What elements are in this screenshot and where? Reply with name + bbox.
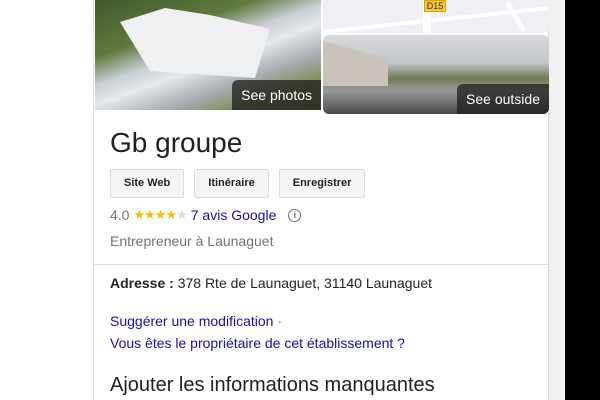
road-label: D15	[424, 0, 446, 12]
address-value: 378 Rte de Launaguet, 31140 Launaguet	[177, 275, 433, 291]
photos-thumbnail[interactable]: See photos	[95, 0, 321, 110]
save-button[interactable]: Enregistrer	[278, 169, 366, 198]
suggest-edit-link[interactable]: Suggérer une modification	[110, 313, 273, 329]
divider	[94, 264, 548, 265]
reviews-link[interactable]: 7 avis Google	[191, 207, 277, 223]
address-row: Adresse : 378 Rte de Launaguet, 31140 La…	[110, 275, 432, 291]
business-name: Gb groupe	[110, 127, 243, 158]
see-outside-button[interactable]: See outside	[457, 84, 549, 114]
star-rating-icon: ★★★★★	[133, 207, 187, 222]
house-image	[323, 41, 388, 86]
rating-row: 4.0 ★★★★★ 7 avis Google i	[110, 207, 302, 223]
scrollbar-track[interactable]	[549, 0, 565, 400]
owner-link[interactable]: Vous êtes le propriétaire de cet établis…	[110, 335, 405, 351]
screen-edge	[565, 0, 600, 400]
see-photos-button[interactable]: See photos	[232, 80, 321, 110]
rating-value: 4.0	[110, 207, 130, 223]
knowledge-panel: See photos D15 See outside Gb groupe Sit…	[93, 0, 549, 400]
website-button[interactable]: Site Web	[110, 169, 185, 198]
missing-info-heading: Ajouter les informations manquantes	[110, 374, 435, 396]
business-category: Entrepreneur à Launaguet	[110, 233, 274, 249]
address-label: Adresse :	[110, 275, 174, 291]
info-icon[interactable]: i	[288, 208, 302, 222]
street-view-thumbnail[interactable]: See outside	[323, 35, 549, 114]
building-image	[120, 8, 270, 78]
separator: ·	[277, 313, 282, 329]
directions-button[interactable]: Itinéraire	[194, 169, 269, 198]
